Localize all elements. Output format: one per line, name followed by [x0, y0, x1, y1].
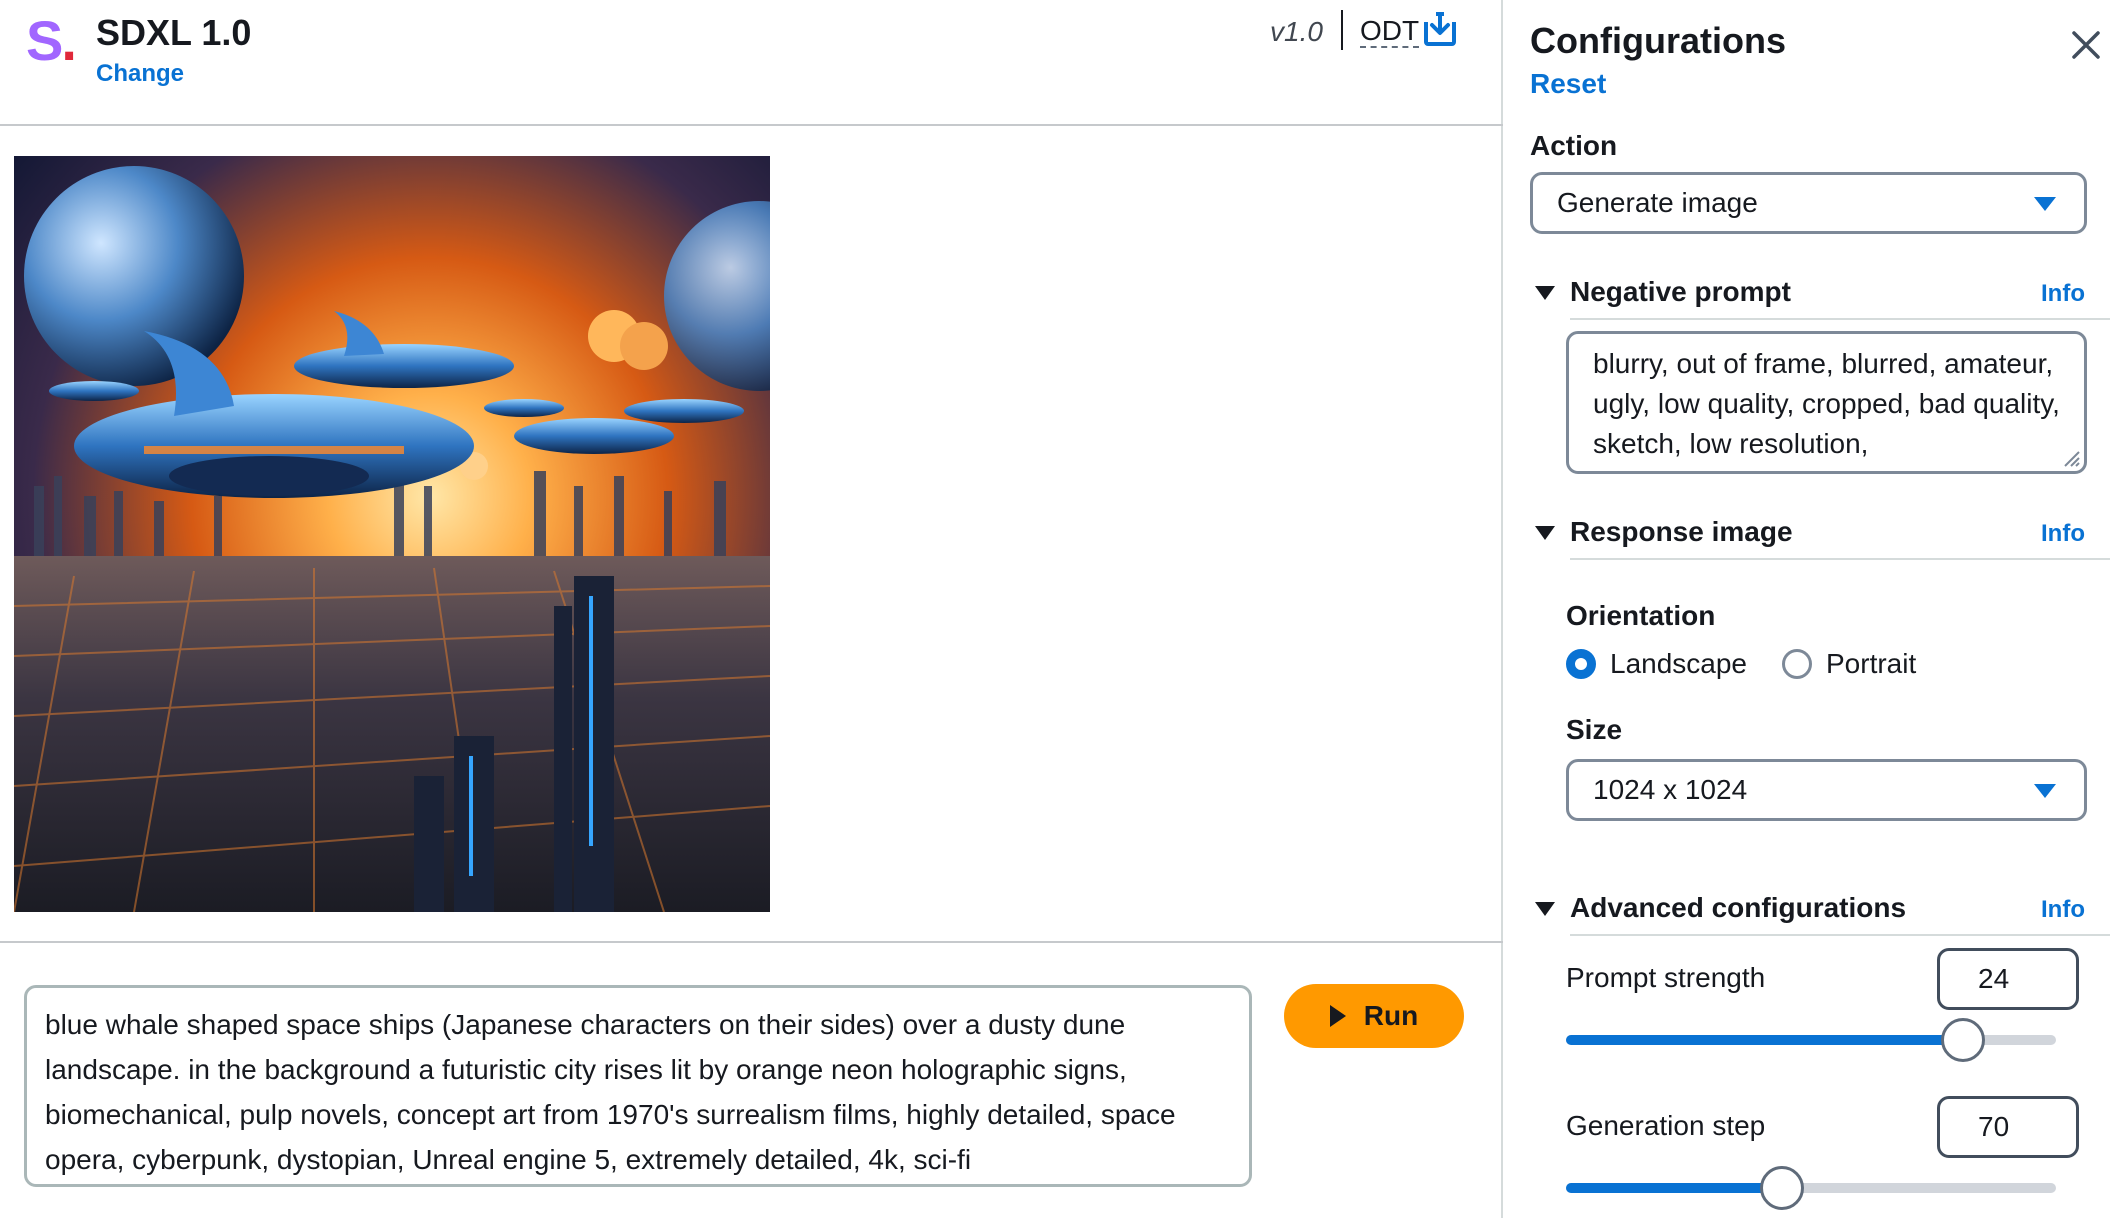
reset-link[interactable]: Reset [1530, 68, 1606, 100]
app-window: S. SDXL 1.0 Change v1.0 ODT blue whale s… [0, 0, 2110, 1218]
landscape-label: Landscape [1610, 648, 1748, 679]
negative-prompt-title: Negative prompt [1570, 276, 1791, 307]
size-label: Size [1566, 714, 1623, 745]
generated-image[interactable] [14, 156, 770, 912]
negative-prompt-textarea[interactable]: blurry, out of frame, blurred, amateur, … [1566, 331, 2087, 474]
orientation-landscape-radio[interactable]: Landscape [1566, 648, 1747, 680]
advanced-info-link[interactable]: Info [2041, 896, 2085, 924]
slider-thumb[interactable] [1759, 1166, 1804, 1210]
action-select[interactable]: Generate image [1530, 172, 2087, 234]
run-button[interactable]: Run [1284, 984, 1464, 1048]
radio-unselected-icon [1782, 649, 1812, 679]
advanced-configurations-title: Advanced configurations [1570, 892, 1907, 923]
slider-fill [1566, 1035, 1963, 1045]
panel-title: Configurations [1530, 20, 1786, 61]
response-image-section[interactable]: Response image Info [1530, 514, 2110, 560]
response-image-info-link[interactable]: Info [2041, 520, 2085, 548]
radio-selected-icon [1566, 649, 1596, 679]
caret-expanded-icon [1535, 286, 1555, 300]
output-canvas [0, 128, 1503, 943]
change-model-link[interactable]: Change [96, 60, 184, 88]
slider-fill [1566, 1183, 1782, 1193]
negative-prompt-info-link[interactable]: Info [2041, 280, 2085, 308]
prompt-strength-label: Prompt strength [1566, 962, 1766, 993]
orientation-portrait-radio[interactable]: Portrait [1782, 648, 1916, 680]
model-version: v1.0 [1270, 16, 1323, 47]
generation-step-label: Generation step [1566, 1110, 1766, 1141]
action-label: Action [1530, 130, 1618, 161]
odt-label[interactable]: ODT [1360, 16, 1420, 48]
model-name: SDXL 1.0 [96, 12, 252, 53]
playground-main: S. SDXL 1.0 Change v1.0 ODT blue whale s… [0, 0, 1503, 1218]
caret-down-icon [2034, 197, 2056, 211]
play-icon [1329, 1005, 1346, 1027]
portrait-label: Portrait [1826, 648, 1917, 679]
close-icon[interactable] [2071, 30, 2101, 60]
caret-down-icon [2034, 784, 2056, 798]
caret-expanded-icon [1535, 902, 1555, 916]
prompt-input[interactable]: blue whale shaped space ships (Japanese … [24, 985, 1252, 1187]
prompt-strength-slider[interactable] [1566, 1018, 2056, 1062]
generation-step-input[interactable]: 70 [1937, 1096, 2079, 1158]
prompt-strength-input[interactable]: 24 [1937, 948, 2079, 1010]
section-divider [1570, 934, 2110, 936]
size-select-value: 1024 x 1024 [1593, 774, 1748, 805]
caret-expanded-icon [1535, 526, 1555, 540]
generation-step-slider[interactable] [1566, 1166, 2056, 1210]
configurations-panel: Configurations Reset Action Generate ima… [1505, 0, 2110, 1218]
negative-prompt-text: blurry, out of frame, blurred, amateur, … [1593, 348, 2060, 459]
section-divider [1570, 558, 2110, 560]
header-divider [1341, 10, 1343, 50]
response-image-title: Response image [1570, 516, 1793, 547]
size-select[interactable]: 1024 x 1024 [1566, 759, 2087, 821]
advanced-configurations-section[interactable]: Advanced configurations Info [1530, 890, 2110, 936]
model-header: S. SDXL 1.0 Change v1.0 ODT [0, 0, 1503, 126]
section-divider [1570, 318, 2110, 320]
slider-thumb[interactable] [1940, 1018, 1985, 1062]
run-button-label: Run [1363, 1000, 1419, 1031]
provider-logo: S. [26, 9, 77, 72]
resize-handle-icon[interactable] [2059, 446, 2081, 468]
action-select-value: Generate image [1557, 187, 1758, 218]
orientation-label: Orientation [1566, 600, 1716, 631]
negative-prompt-section[interactable]: Negative prompt Info [1530, 274, 2110, 320]
download-icon[interactable] [1424, 12, 1456, 46]
